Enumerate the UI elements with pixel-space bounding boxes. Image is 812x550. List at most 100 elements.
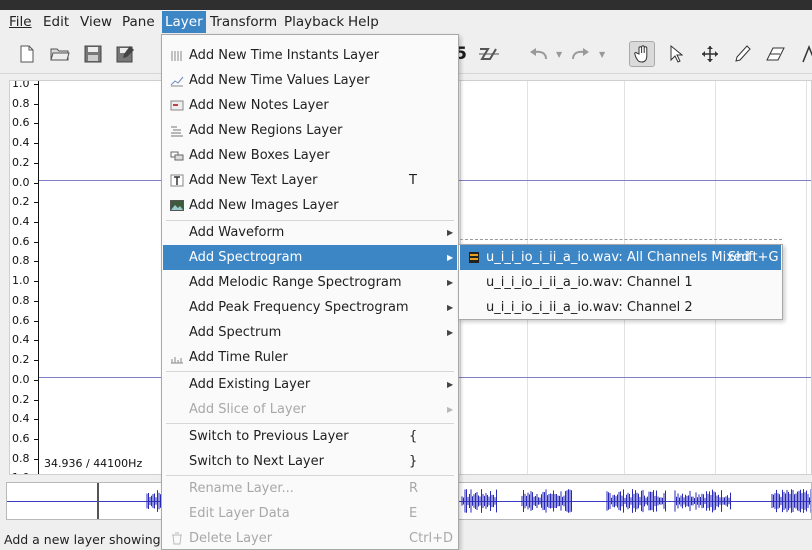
scale-label: 0.6 — [12, 431, 30, 445]
redo-icon[interactable] — [568, 41, 594, 67]
submenu-arrow-icon: ▶ — [447, 228, 454, 237]
menu-item-switch-previous-layer[interactable]: Switch to Previous Layer { — [163, 424, 457, 449]
scale-label: 1.0 — [12, 80, 30, 90]
zero-crossing-icon[interactable] — [476, 41, 502, 67]
menu-item-add-images[interactable]: Add New Images Layer — [163, 193, 457, 218]
scale-tick — [34, 320, 39, 322]
submenu-arrow-icon: ▶ — [447, 405, 454, 414]
select-arrow-icon[interactable] — [663, 41, 689, 67]
submenu-tearoff-line[interactable] — [460, 239, 782, 240]
scale-label: 0.8 — [12, 254, 30, 268]
spectrogram-icon — [469, 252, 479, 263]
menu-layer[interactable]: Layer — [162, 11, 206, 33]
scale-tick — [34, 458, 39, 460]
scale-tick — [34, 300, 39, 302]
scale-label: 0.4 — [12, 412, 30, 426]
menu-item-add-peak-frequency-spectrogram[interactable]: Add Peak Frequency Spectrogram ▶ — [163, 295, 457, 320]
window-title-strip — [0, 0, 812, 10]
scale-tick — [34, 84, 39, 85]
scale-tick — [34, 103, 39, 105]
menu-item-add-notes[interactable]: Add New Notes Layer — [163, 93, 457, 118]
scale-label: 0.2 — [12, 353, 30, 367]
grid-line — [806, 81, 807, 474]
sample-rate-label: 34.936 / 44100Hz — [42, 457, 145, 470]
menu-item-add-time-ruler[interactable]: Add Time Ruler — [163, 345, 457, 370]
scale-label: 0.4 — [12, 333, 30, 347]
scale-label: 0.0 — [12, 175, 30, 189]
trash-icon — [172, 532, 182, 545]
menu-item-edit-layer-data: Edit Layer Data E — [189, 506, 418, 521]
scale-label: 0.4 — [12, 215, 30, 229]
undo-icon[interactable] — [525, 41, 551, 67]
menu-item-add-text[interactable]: Add New Text Layer T — [163, 168, 457, 193]
submenu-arrow-icon: ▶ — [447, 303, 454, 312]
move-cross-icon[interactable] — [697, 41, 723, 67]
scale-tick — [34, 143, 39, 145]
menu-item-add-slice-of-layer: Add Slice of Layer ▶ — [163, 397, 457, 422]
overview-viewport-marker[interactable] — [97, 483, 99, 519]
scale-tick — [34, 123, 39, 125]
save-as-icon[interactable] — [113, 41, 139, 67]
menu-item-add-boxes[interactable]: Add New Boxes Layer — [163, 143, 457, 168]
menu-file[interactable]: File — [6, 11, 35, 33]
scale-tick — [34, 340, 39, 342]
menu-item-add-time-values[interactable]: Add New Time Values Layer — [163, 68, 457, 93]
scale-label: 0.4 — [12, 136, 30, 150]
scale-axis — [38, 81, 39, 474]
scale-tick — [34, 202, 39, 204]
menu-item-add-melodic-range-spectrogram[interactable]: Add Melodic Range Spectrogram ▶ — [163, 270, 457, 295]
scale-tick — [34, 261, 39, 263]
menu-playback[interactable]: Playback — [281, 11, 347, 33]
submenu-arrow-icon: ▶ — [447, 380, 454, 389]
submenu-arrow-icon: ▶ — [447, 278, 454, 287]
scale-label: 0.8 — [12, 451, 30, 465]
scale-label: 0.6 — [12, 116, 30, 130]
scale-tick — [34, 182, 39, 184]
submenu-item-channel-1[interactable]: u_i_i_io_i_ii_a_io.wav: Channel 1 — [460, 270, 781, 295]
submenu-arrow-icon: ▶ — [447, 253, 454, 262]
menu-item-add-spectrogram[interactable]: Add Spectrogram ▶ — [163, 245, 457, 270]
scale-tick — [34, 419, 39, 421]
menu-pane[interactable]: Pane — [119, 11, 158, 33]
menu-transform[interactable]: Transform — [207, 11, 280, 33]
amplitude-scale: 1.0 0.8 0.6 0.4 0.2 0.0 0.2 0.4 0.6 0.8 1.0 0.8 0.6 0… — [10, 81, 40, 474]
menu-view[interactable]: View — [77, 11, 115, 33]
erase-icon[interactable] — [763, 41, 789, 67]
notes-icon — [170, 100, 184, 111]
scale-label: 0.6 — [12, 234, 30, 248]
scale-tick — [34, 241, 39, 243]
redo-dropdown-icon[interactable]: ▼ — [599, 50, 605, 59]
menu-item-add-regions[interactable]: Add New Regions Layer — [163, 118, 457, 143]
scale-tick — [34, 360, 39, 362]
draw-pencil-icon[interactable] — [730, 41, 756, 67]
menu-edit[interactable]: Edit — [40, 11, 72, 33]
scale-tick — [34, 379, 39, 381]
new-file-icon[interactable] — [14, 41, 40, 67]
submenu-item-all-channels-mixed[interactable]: u_i_i_io_i_ii_a_io.wav: All Channels Mix… — [460, 245, 781, 270]
menu-item-switch-next-layer[interactable]: Switch to Next Layer } — [163, 449, 457, 474]
open-folder-icon[interactable] — [47, 41, 73, 67]
menu-item-add-spectrum[interactable]: Add Spectrum ▶ — [163, 320, 457, 345]
scale-label: 0.0 — [12, 372, 30, 386]
time-values-icon — [170, 76, 184, 87]
scale-label: 0.8 — [12, 293, 30, 307]
menu-item-add-time-instants[interactable]: Add New Time Instants Layer — [163, 43, 457, 68]
scale-label: 1.0 — [12, 274, 30, 288]
images-icon — [170, 200, 184, 211]
menu-item-add-waveform[interactable]: Add Waveform ▶ — [163, 220, 457, 245]
submenu-item-channel-2[interactable]: u_i_i_io_i_ii_a_io.wav: Channel 2 — [460, 295, 781, 320]
scale-tick — [34, 438, 39, 440]
scale-tick — [34, 281, 39, 283]
text-layer-icon — [170, 174, 184, 187]
scale-label: 0.6 — [12, 313, 30, 327]
menu-item-add-existing-layer[interactable]: Add Existing Layer ▶ — [163, 372, 457, 397]
menu-bar: File Edit View Pane Layer Transform Play… — [0, 10, 812, 34]
undo-dropdown-icon[interactable]: ▼ — [556, 50, 562, 59]
save-icon[interactable] — [80, 41, 106, 67]
menu-item-rename-layer: Rename Layer... R — [189, 481, 419, 496]
submenu-arrow-icon: ▶ — [447, 328, 454, 337]
scale-label: 0.2 — [12, 155, 30, 169]
navigate-hand-icon[interactable] — [629, 41, 655, 67]
menu-help[interactable]: Help — [345, 11, 382, 33]
measure-icon[interactable] — [796, 41, 812, 67]
